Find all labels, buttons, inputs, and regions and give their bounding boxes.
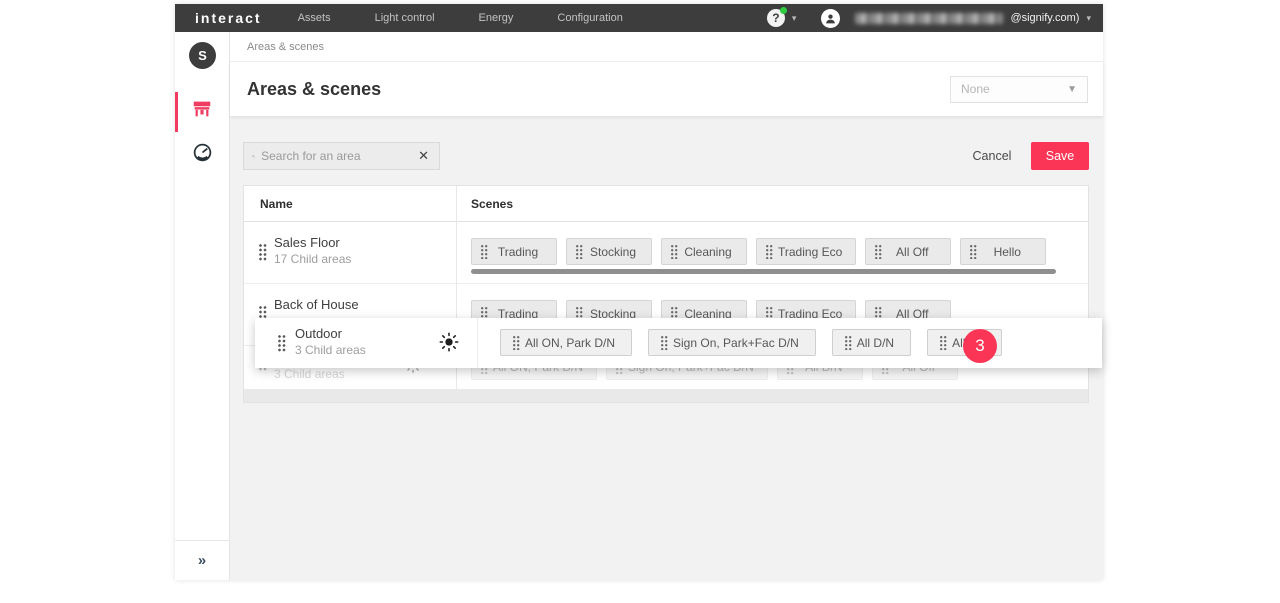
redacted-user-name <box>855 13 1003 24</box>
search-input[interactable] <box>261 149 416 163</box>
drag-count-badge: 3 <box>963 329 997 363</box>
save-button[interactable]: Save <box>1031 142 1089 170</box>
table-header: Name Scenes <box>244 186 1088 222</box>
scene-chip-label: Hello <box>978 245 1036 259</box>
scene-chip-label: All ON, Park D/N <box>521 336 619 350</box>
page-header: Areas & scenes None ▼ <box>230 62 1103 116</box>
scene-chip-list: Trading Stocking Cleaning Trading Eco All Of… <box>471 238 1046 265</box>
scene-chip[interactable]: Hello <box>960 238 1046 265</box>
chevron-down-icon[interactable]: ▾ <box>792 13 797 24</box>
drag-handle-icon[interactable] <box>970 245 978 259</box>
scene-chip-label: Trading <box>489 245 547 259</box>
chevron-down-icon[interactable]: ▾ <box>1086 13 1091 24</box>
overlay-divider <box>477 318 478 368</box>
scene-chip[interactable]: Sign On, Park+Fac D/N <box>648 329 816 356</box>
scene-chip[interactable]: Cleaning <box>661 238 747 265</box>
drag-handle-icon[interactable] <box>875 245 883 259</box>
area-subtitle: 17 Child areas <box>274 252 351 266</box>
scene-chip[interactable]: Stocking <box>566 238 652 265</box>
scene-chip[interactable]: All D/N <box>832 329 911 356</box>
clear-search-icon[interactable]: ✕ <box>416 148 431 164</box>
scene-chip-label: Cleaning <box>679 245 737 259</box>
sidebar-item-dashboard[interactable] <box>175 142 229 163</box>
filter-dropdown-value: None <box>961 82 990 96</box>
scene-chip-label: All D/N <box>853 336 898 350</box>
area-name: Sales Floor <box>274 235 351 250</box>
breadcrumb-bar: Areas & scenes <box>230 32 1103 62</box>
scene-chip-label: All Off <box>883 245 941 259</box>
areas-table: Name Scenes Sales Floor 17 Child areas Tra… <box>243 185 1089 403</box>
area-subtitle: 3 Child areas <box>295 343 366 357</box>
breadcrumb: Areas & scenes <box>247 41 324 53</box>
site-avatar[interactable]: S <box>189 42 216 69</box>
chevron-down-icon: ▼ <box>1067 84 1077 95</box>
drag-handle-icon[interactable] <box>576 245 584 259</box>
overlay-scenes: All ON, Park D/N Sign On, Park+Fac D/N All… <box>500 329 1002 356</box>
nav-item-configuration[interactable]: Configuration <box>557 12 622 24</box>
nav-menu: Assets Light control Energy Configuration <box>298 12 623 24</box>
retail-store-icon <box>191 98 213 120</box>
scene-chip[interactable]: All ON, Park D/N <box>500 329 632 356</box>
interact-logo[interactable]: interact <box>195 10 262 26</box>
nav-right-cluster: ? ▾ @signify.com) ▾ <box>767 9 1091 28</box>
page-title: Areas & scenes <box>247 79 381 100</box>
top-nav: interact Assets Light control Energy Config… <box>175 4 1103 32</box>
drag-handle-icon[interactable] <box>259 244 268 261</box>
area-name-block: Back of House <box>274 297 359 312</box>
sidebar-footer: » <box>175 540 229 580</box>
dashboard-gauge-icon <box>192 142 213 163</box>
light-on-icon <box>438 331 460 353</box>
nav-item-energy[interactable]: Energy <box>479 12 514 24</box>
column-header-scenes: Scenes <box>471 186 513 222</box>
sidebar-item-areas[interactable] <box>175 98 229 120</box>
cancel-button[interactable]: Cancel <box>964 144 1020 168</box>
area-name-block: Sales Floor 17 Child areas <box>274 235 351 266</box>
scene-chip[interactable]: All Off <box>865 238 951 265</box>
drop-placeholder <box>244 389 1088 402</box>
filter-dropdown[interactable]: None ▼ <box>950 76 1088 103</box>
notification-dot <box>780 7 787 14</box>
drag-handle-icon[interactable] <box>513 336 521 350</box>
person-icon <box>824 12 837 25</box>
nav-item-assets[interactable]: Assets <box>298 12 331 24</box>
scene-chip[interactable]: Trading <box>471 238 557 265</box>
search-box: ✕ <box>243 142 440 170</box>
column-header-name: Name <box>260 186 293 222</box>
scene-chip-label: Stocking <box>584 245 642 259</box>
area-name: Outdoor <box>295 326 366 341</box>
nav-item-light-control[interactable]: Light control <box>375 12 435 24</box>
drag-handle-icon[interactable] <box>940 336 948 350</box>
table-row-sales-floor[interactable]: Sales Floor 17 Child areas Trading Stocking… <box>244 222 1088 284</box>
horizontal-scrollbar[interactable] <box>471 269 1056 274</box>
drag-handle-icon[interactable] <box>845 336 853 350</box>
user-avatar[interactable] <box>821 9 840 28</box>
user-email-domain: @signify.com) <box>1010 12 1079 24</box>
area-subtitle: 3 Child areas <box>274 367 345 381</box>
area-name: Back of House <box>274 297 359 312</box>
expand-sidebar-button[interactable]: » <box>198 552 206 569</box>
left-sidebar: S » <box>175 32 230 580</box>
app-window: interact Assets Light control Energy Config… <box>175 4 1103 580</box>
scene-chip-label: Sign On, Park+Fac D/N <box>669 336 803 350</box>
scene-chip[interactable]: Trading Eco <box>756 238 856 265</box>
drag-handle-icon[interactable] <box>278 335 287 352</box>
drag-handle-icon[interactable] <box>661 336 669 350</box>
help-menu[interactable]: ? <box>767 9 785 27</box>
dragged-row-name-block: Outdoor 3 Child areas <box>295 326 366 357</box>
drag-handle-icon[interactable] <box>671 245 679 259</box>
scene-chip-label: Trading Eco <box>774 245 846 259</box>
search-icon <box>252 150 255 163</box>
main-content: Areas & scenes Areas & scenes None ▼ <box>230 32 1103 580</box>
workspace: ✕ Cancel Save Name Scenes Sales Floor 17 … <box>230 116 1103 580</box>
drag-handle-icon[interactable] <box>481 245 489 259</box>
drag-handle-icon[interactable] <box>766 245 774 259</box>
